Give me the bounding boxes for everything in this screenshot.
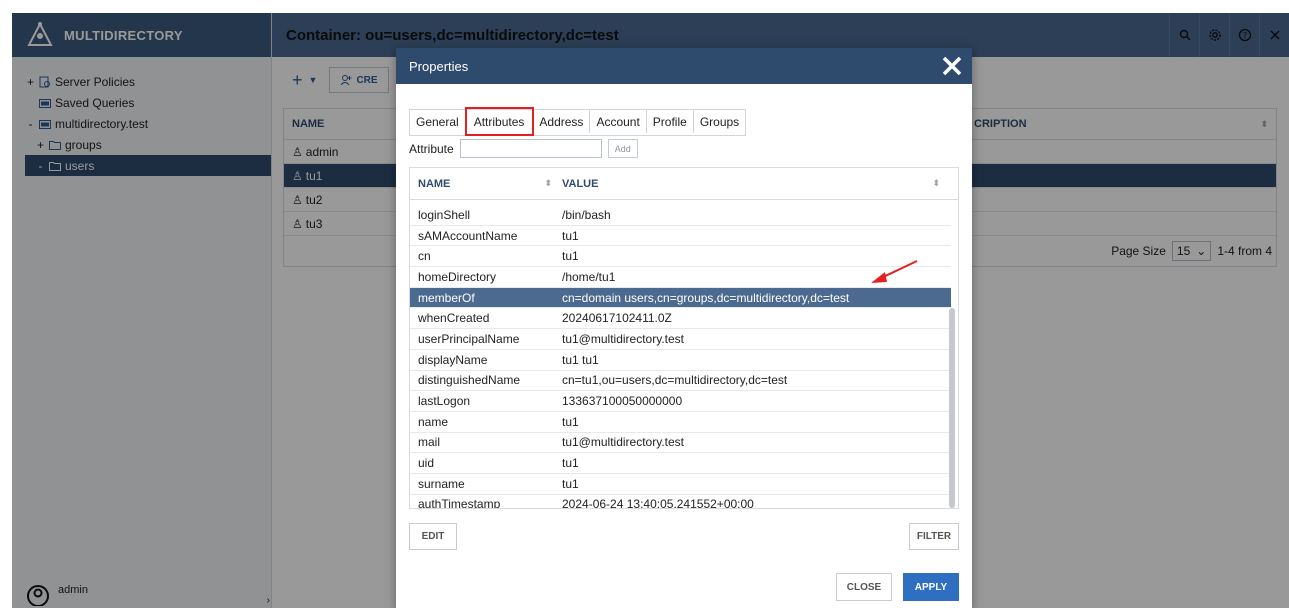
tab-attributes[interactable]: Attributes	[464, 107, 535, 136]
attribute-value: 133637100050000000	[562, 394, 683, 409]
close-button[interactable]: CLOSE	[836, 573, 892, 601]
attribute-name: cn	[418, 249, 431, 264]
dialog-tabs: General Attributes Address Account Profi…	[409, 107, 747, 136]
dialog-title: Properties	[409, 58, 469, 74]
attribute-name: displayName	[418, 352, 488, 367]
attribute-label: Attribute	[409, 141, 454, 156]
attribute-row[interactable]: surname tu1	[410, 474, 951, 495]
attribute-name: homeDirectory	[418, 269, 497, 284]
attribute-value: tu1 tu1	[562, 352, 599, 367]
attribute-name: loginShell	[418, 207, 471, 222]
attribute-value: tu1	[562, 476, 579, 491]
attribute-row[interactable]: authTimestamp 2024-06-24 13:40:05.241552+…	[410, 495, 951, 509]
attribute-value: 2024-06-24 13:40:05.241552+00:00	[562, 497, 754, 509]
add-attribute-button[interactable]: Add	[607, 139, 638, 158]
apply-button[interactable]: APPLY	[903, 573, 959, 601]
attribute-name: memberOf	[418, 290, 475, 305]
attribute-value: tu1	[562, 414, 579, 429]
dialog-header: Properties	[396, 48, 972, 84]
attribute-row[interactable]: name tu1	[410, 412, 951, 433]
attribute-value: tu1@multidirectory.test	[562, 435, 684, 450]
attribute-name: name	[418, 414, 449, 429]
attribute-name: uid	[418, 456, 435, 471]
attribute-name: authTimestamp	[418, 497, 501, 509]
column-value-header[interactable]: VALUE ⬍	[560, 178, 958, 190]
attribute-value: cn=domain users,cn=groups,dc=multidirect…	[562, 290, 850, 305]
app-window: MULTIDIRECTORY + Server Policies Saved Q…	[12, 13, 1289, 608]
attribute-row[interactable]: sAMAccountName tu1	[410, 226, 951, 247]
properties-dialog: Properties General Attributes Address Ac…	[396, 48, 972, 608]
attribute-name: lastLogon	[418, 394, 471, 409]
attribute-name: userPrincipalName	[418, 331, 520, 346]
attribute-name: whenCreated	[418, 311, 490, 326]
scrollbar[interactable]	[949, 308, 955, 508]
attribute-row[interactable]: lastLogon 133637100050000000	[410, 391, 951, 412]
tab-address[interactable]: Address	[533, 110, 591, 133]
column-name-label: NAME	[418, 177, 451, 190]
attribute-input[interactable]	[459, 139, 602, 158]
attribute-row[interactable]: mail tu1@multidirectory.test	[410, 433, 951, 454]
tab-general[interactable]: General	[410, 110, 466, 133]
attribute-row[interactable]: whenCreated 20240617102411.0Z	[410, 308, 951, 330]
sort-icon: ⬍	[544, 177, 552, 188]
attribute-add-row: Attribute Add	[409, 139, 638, 158]
attributes-table: NAME ⬍ VALUE ⬍ loginShell/bin/bash sAMAcc…	[409, 167, 959, 509]
tab-account[interactable]: Account	[590, 110, 647, 133]
dialog-close-button[interactable]	[940, 54, 964, 78]
attribute-row[interactable]: distinguishedName cn=tu1,ou=users,dc=mult…	[410, 371, 951, 392]
attribute-name: sAMAccountName	[418, 228, 518, 243]
column-name-header[interactable]: NAME ⬍	[410, 178, 560, 190]
attribute-value: tu1	[562, 228, 579, 243]
edit-button[interactable]: EDIT	[409, 523, 457, 550]
column-value-label: VALUE	[562, 177, 599, 190]
attributes-header: NAME ⬍ VALUE ⬍	[410, 168, 958, 200]
attribute-row[interactable]: uid tu1	[410, 453, 951, 474]
attribute-value: cn=tu1,ou=users,dc=multidirectory,dc=tes…	[562, 373, 788, 388]
attribute-row-selected[interactable]: memberOf cn=domain users,cn=groups,dc=mul…	[410, 287, 951, 309]
attribute-value: 20240617102411.0Z	[562, 311, 672, 326]
attribute-name: mail	[418, 435, 441, 450]
attribute-name: distinguishedName	[418, 373, 521, 388]
close-icon	[942, 56, 962, 76]
attribute-value: tu1@multidirectory.test	[562, 331, 684, 346]
attributes-list: loginShell/bin/bash sAMAccountName tu1 cn tu…	[410, 205, 951, 509]
attribute-row[interactable]: displayName tu1 tu1	[410, 350, 951, 371]
attribute-row[interactable]: loginShell/bin/bash	[410, 205, 951, 226]
attribute-name: surname	[418, 476, 465, 491]
filter-button[interactable]: FILTER	[909, 523, 959, 550]
tab-profile[interactable]: Profile	[647, 110, 694, 133]
annotation-arrow-icon	[871, 260, 918, 283]
sort-icon: ⬍	[932, 177, 940, 188]
attribute-row[interactable]: userPrincipalName tu1@multidirectory.test	[410, 329, 951, 350]
tab-groups[interactable]: Groups	[694, 110, 745, 133]
attribute-value: tu1	[562, 456, 579, 471]
attribute-value: /bin/bash	[562, 207, 611, 222]
